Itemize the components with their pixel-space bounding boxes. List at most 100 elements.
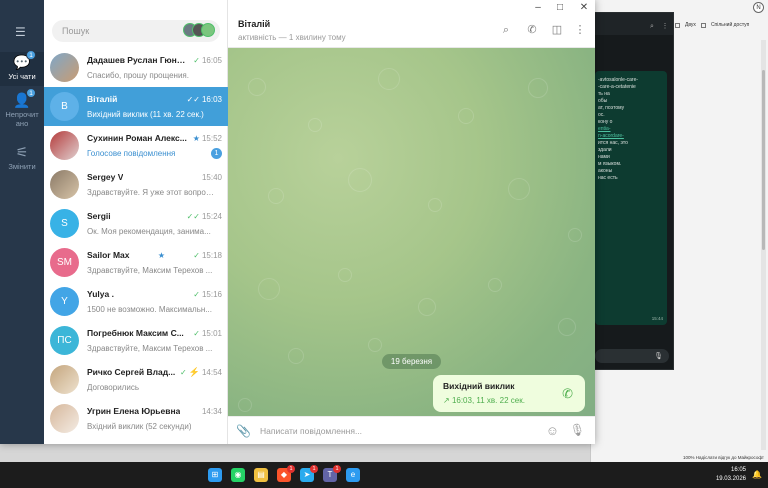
chat-meta: ✓ 15:16 (193, 290, 222, 299)
browser-toolbar: Двух Спільний доступ (675, 22, 768, 28)
message-line: ат, поэтому (598, 105, 625, 111)
checkbox-icon[interactable] (675, 22, 680, 28)
check-icon: ✓ (180, 367, 187, 377)
chat-list: Пошук Дадашев Руслан Гюнд... ✓ 16:05 Спасиб… (44, 0, 228, 444)
chat-row[interactable]: Сухинин Роман Алекс... ★ 15:52 Голосове пов… (44, 126, 228, 165)
system-clock[interactable]: 16:05 19.03.2026 (716, 466, 746, 484)
phone-icon[interactable]: ✆ (526, 24, 538, 36)
notification-icon[interactable]: 🔔 (752, 470, 762, 479)
chat-name: Yulya . (87, 289, 114, 299)
microphone-icon[interactable]: 🎙 (654, 352, 663, 360)
minimize-icon[interactable]: – (532, 2, 544, 13)
date-separator: 19 березня (382, 354, 441, 369)
chat-row[interactable]: Sergey V 15:40 Здравствуйте. Я уже этот во… (44, 165, 228, 204)
chat-preview: Спасибо, прошу прощения. (87, 71, 189, 80)
call-title: Вихідний виклик (443, 381, 515, 391)
verified-star-icon: ★ (157, 250, 165, 260)
search-icon[interactable]: ⌕ (500, 24, 512, 36)
chat-name: Sergii (87, 211, 111, 221)
sliders-icon: ⚟ (15, 144, 29, 160)
paperclip-icon[interactable]: 📎 (236, 424, 251, 438)
message-line: аконы (598, 168, 613, 174)
chat-name: Дадашев Руслан Гюнд... (87, 55, 187, 65)
message-time: 15:44 (651, 316, 663, 321)
chat-row[interactable]: SM Sailor Max ★ ✓ 15:18 Здравствуйте, Максим… (44, 243, 228, 282)
clock-date: 19.03.2026 (715, 476, 746, 482)
chat-row[interactable]: ПС Погребнюк Максим С... ✓ 15:01 Здравствуйт… (44, 321, 228, 360)
check-icon: ✓ (193, 289, 200, 299)
chat-row[interactable]: Ричко Сергей Влад... ✓ ⚡ 14:54 Договорились (44, 360, 228, 399)
unread-badge: 1 (26, 50, 36, 60)
profile-avatar[interactable]: N (753, 2, 764, 13)
more-icon[interactable]: ⋮ (574, 24, 586, 36)
folder-all-chats[interactable]: 💬 1 Усі чати (0, 50, 44, 86)
message-input[interactable]: Написати повідомлення... (260, 426, 362, 436)
teams-icon[interactable]: T1 (323, 465, 341, 482)
message-line: ть на (598, 91, 610, 97)
toolbar-item[interactable]: Двух (685, 22, 696, 28)
check-icon: ✓ (193, 250, 200, 260)
sidebar-toggle-icon[interactable]: ◫ (551, 24, 563, 36)
lightning-icon: ⚡ (188, 366, 200, 377)
message-line: нами (598, 154, 610, 160)
hamburger-icon[interactable]: ☰ (15, 26, 26, 38)
emoji-icon[interactable]: ☺ (546, 423, 559, 438)
chat-name: Ричко Сергей Влад... (87, 367, 176, 377)
wallpaper-doodle (248, 78, 266, 96)
toolbar-item[interactable]: Спільний доступ (711, 22, 749, 28)
message-line: м языком. (598, 161, 622, 167)
chat-row[interactable]: Y Yulya . ✓ 15:16 1500 не возможно. Максимал… (44, 282, 228, 321)
avatar (50, 404, 79, 433)
checkbox-icon[interactable] (700, 22, 706, 28)
stories-avatars[interactable] (183, 23, 215, 37)
message-line: ится нас, это (598, 140, 628, 146)
whatsapp-icon[interactable]: ◉ (231, 468, 245, 482)
folder-edit[interactable]: ⚟ Змінити (0, 144, 44, 172)
folder-label: Усі чати (8, 72, 36, 81)
wallpaper-doodle (428, 198, 442, 212)
chat-time: 14:54 (201, 367, 222, 377)
avatar (50, 53, 79, 82)
wallpaper-doodle (488, 278, 502, 292)
telegram-icon[interactable]: ➤ 1 (300, 465, 318, 482)
wallpaper-doodle (458, 108, 474, 124)
message-line: кону о (598, 119, 613, 125)
wallpaper-doodle (368, 338, 382, 352)
search-icon[interactable]: ⌕ (648, 23, 656, 31)
chat-row[interactable]: S Sergii ✓✓ 15:24 Ок. Моя рекомендация, зани… (44, 204, 228, 243)
folder-unread[interactable]: 👤 1 Непрочит ано (0, 88, 44, 136)
chat-row[interactable]: Дадашев Руслан Гюнд... ✓ 16:05 Спасибо, про… (44, 48, 228, 87)
chat-preview: Здравствуйте. Я уже этот вопрос... (87, 188, 215, 197)
file-explorer-icon[interactable]: ▤ (254, 468, 268, 482)
wallpaper-doodle (238, 398, 252, 412)
chat-row[interactable]: Угрин Елена Юрьевна 14:34 Вхідний виклик (… (44, 399, 228, 438)
check-icon: ✓ (193, 328, 200, 338)
chat-status: активність — 1 хвилину тому (238, 33, 346, 42)
chats-icon: 💬 1 (12, 50, 36, 70)
scrollbar[interactable] (761, 40, 766, 450)
folder-label: Непрочит ано (5, 110, 39, 128)
unread-badge: 1 (26, 88, 36, 98)
maximize-icon[interactable]: □ (554, 2, 566, 13)
windows-start-icon[interactable]: ⊞ (208, 468, 222, 482)
close-icon[interactable]: ✕ (578, 2, 590, 13)
brave-icon[interactable]: ◆ 1 (277, 465, 295, 482)
message-composer: 📎 Написати повідомлення... ☺ 🎙 (228, 416, 595, 444)
conversation-header: Віталій активність — 1 хвилину тому ⌕ ✆ … (228, 0, 595, 48)
avatar: В (50, 92, 79, 121)
edge-icon[interactable]: e (346, 468, 360, 482)
phone-icon[interactable]: ✆ (562, 386, 573, 402)
chat-title[interactable]: Віталій (238, 19, 270, 29)
check-icon: ✓✓ (186, 94, 200, 104)
message-line: -avtosalonle-care- (598, 77, 639, 83)
wallpaper-doodle (378, 68, 400, 90)
more-icon[interactable]: ⋮ (661, 23, 669, 31)
chat-meta: ✓ 15:01 (193, 329, 222, 338)
chat-name: Погребнюк Максим С... (87, 328, 184, 338)
wallpaper-doodle (568, 228, 582, 242)
microphone-icon[interactable]: 🎙 (570, 423, 585, 437)
message-line: здали (598, 147, 612, 153)
chat-row[interactable]: В Віталій ✓✓ 16:03 Вихідний виклик (11 хв. 2… (44, 87, 228, 126)
call-message-bubble[interactable]: Вихідний виклик ↗ 16:03, 11 хв. 22 сек. … (433, 375, 585, 412)
browser-footer: 100% Надіслати відгук до Майкрософт (682, 455, 764, 460)
